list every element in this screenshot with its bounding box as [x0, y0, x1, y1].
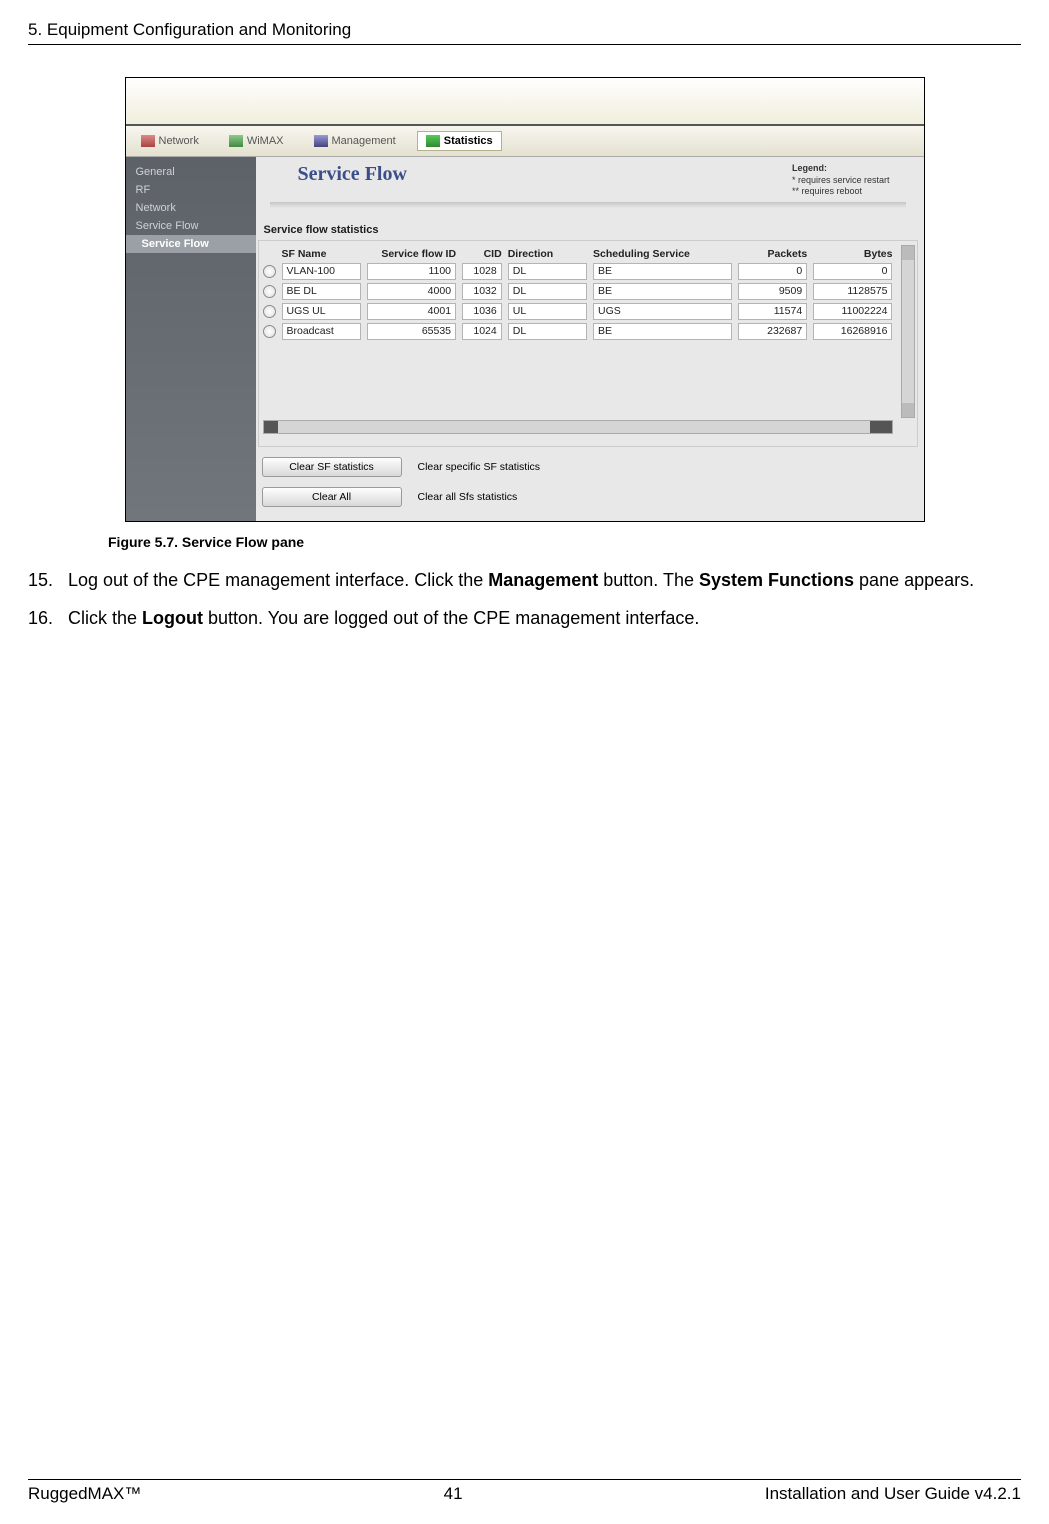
sidebar-item-network[interactable]: Network — [126, 199, 256, 217]
cell-pkt: 11574 — [738, 303, 807, 320]
sidebar-item-service-flow-active[interactable]: Service Flow — [126, 235, 256, 253]
table-container: SF Name Service flow ID CID Direction Sc… — [258, 240, 918, 447]
section-title: Service flow statistics — [258, 208, 918, 240]
footer-right: Installation and User Guide v4.2.1 — [765, 1484, 1021, 1504]
cell-sched: BE — [593, 323, 732, 340]
network-icon — [141, 135, 155, 147]
footer-left: RuggedMAX™ — [28, 1484, 141, 1504]
panel-title: Service Flow — [298, 163, 407, 186]
nav-wimax[interactable]: WiMAX — [220, 131, 293, 151]
col-direction: Direction — [508, 248, 587, 260]
table-row: BE DL 4000 1032 DL BE 9509 1128575 — [263, 283, 893, 300]
cell-dir: DL — [508, 263, 587, 280]
step-text: button. The — [598, 570, 699, 590]
cell-sfid: 65535 — [367, 323, 456, 340]
screenshot-container: Network WiMAX Management Statistics Gene… — [125, 77, 925, 522]
cell-sfid: 1100 — [367, 263, 456, 280]
sidebar-item-rf[interactable]: RF — [126, 181, 256, 199]
table-header-row: SF Name Service flow ID CID Direction Sc… — [263, 248, 893, 260]
footer-center: 41 — [444, 1484, 463, 1504]
management-icon — [314, 135, 328, 147]
table-row: VLAN-100 1100 1028 DL BE 0 0 — [263, 263, 893, 280]
nav-label: WiMAX — [247, 135, 284, 147]
cell-sched: BE — [593, 283, 732, 300]
page-footer: RuggedMAX™ 41 Installation and User Guid… — [28, 1479, 1021, 1504]
step-text: button. You are logged out of the CPE ma… — [203, 608, 699, 628]
cell-dir: DL — [508, 323, 587, 340]
nav-label: Statistics — [444, 135, 493, 147]
figure-caption: Figure 5.7. Service Flow pane — [108, 534, 1021, 550]
step-bold: System Functions — [699, 570, 854, 590]
cell-sched: UGS — [593, 303, 732, 320]
content-pane: Service Flow Legend: * requires service … — [256, 157, 924, 521]
cell-name: BE DL — [282, 283, 361, 300]
cell-sched: BE — [593, 263, 732, 280]
cell-pkt: 0 — [738, 263, 807, 280]
nav-network[interactable]: Network — [132, 131, 208, 151]
step-16: 16. Click the Logout button. You are log… — [28, 606, 1021, 630]
cell-sfid: 4000 — [367, 283, 456, 300]
cell-dir: UL — [508, 303, 587, 320]
table-row: UGS UL 4001 1036 UL UGS 11574 11002224 — [263, 303, 893, 320]
step-number: 16. — [28, 606, 68, 630]
row-radio[interactable] — [263, 325, 276, 338]
sidebar-item-general[interactable]: General — [126, 163, 256, 181]
step-text: pane appears. — [854, 570, 974, 590]
vertical-scrollbar[interactable] — [901, 245, 915, 418]
legend-line1: * requires service restart — [792, 175, 890, 187]
step-text: Log out of the CPE management interface.… — [68, 570, 488, 590]
cell-name: Broadcast — [282, 323, 361, 340]
cell-sfid: 4001 — [367, 303, 456, 320]
nav-management[interactable]: Management — [305, 131, 405, 151]
row-radio[interactable] — [263, 285, 276, 298]
legend: Legend: * requires service restart ** re… — [792, 163, 890, 198]
cell-dir: DL — [508, 283, 587, 300]
statistics-icon — [426, 135, 440, 147]
app-logo-area — [126, 78, 924, 124]
row-radio[interactable] — [263, 265, 276, 278]
sidebar: General RF Network Service Flow Service … — [126, 157, 256, 521]
step-15: 15. Log out of the CPE management interf… — [28, 568, 1021, 592]
step-text: Click the — [68, 608, 142, 628]
col-sf-name: SF Name — [282, 248, 361, 260]
legend-title: Legend: — [792, 163, 890, 175]
cell-cid: 1036 — [462, 303, 502, 320]
nav-label: Management — [332, 135, 396, 147]
doc-chapter-header: 5. Equipment Configuration and Monitorin… — [28, 20, 1021, 45]
cell-name: UGS UL — [282, 303, 361, 320]
button-desc: Clear all Sfs statistics — [418, 491, 518, 503]
cell-name: VLAN-100 — [282, 263, 361, 280]
clear-all-button[interactable]: Clear All — [262, 487, 402, 507]
col-bytes: Bytes — [813, 248, 892, 260]
col-scheduling: Scheduling Service — [593, 248, 732, 260]
wimax-icon — [229, 135, 243, 147]
clear-sf-statistics-button[interactable]: Clear SF statistics — [262, 457, 402, 477]
step-number: 15. — [28, 568, 68, 592]
row-radio[interactable] — [263, 305, 276, 318]
nav-label: Network — [159, 135, 199, 147]
step-bold: Logout — [142, 608, 203, 628]
document-body: 15. Log out of the CPE management interf… — [28, 568, 1021, 631]
cell-cid: 1032 — [462, 283, 502, 300]
button-desc: Clear specific SF statistics — [418, 461, 541, 473]
nav-statistics[interactable]: Statistics — [417, 131, 502, 151]
cell-byt: 1128575 — [813, 283, 892, 300]
col-sf-id: Service flow ID — [367, 248, 456, 260]
cell-pkt: 232687 — [738, 323, 807, 340]
col-cid: CID — [462, 248, 502, 260]
legend-line2: ** requires reboot — [792, 186, 890, 198]
horizontal-scrollbar[interactable] — [263, 420, 893, 434]
cell-cid: 1028 — [462, 263, 502, 280]
cell-byt: 11002224 — [813, 303, 892, 320]
cell-pkt: 9509 — [738, 283, 807, 300]
col-packets: Packets — [738, 248, 807, 260]
step-bold: Management — [488, 570, 598, 590]
table-row: Broadcast 65535 1024 DL BE 232687 162689… — [263, 323, 893, 340]
cell-byt: 16268916 — [813, 323, 892, 340]
sidebar-item-service-flow[interactable]: Service Flow — [126, 217, 256, 235]
cell-byt: 0 — [813, 263, 892, 280]
top-nav: Network WiMAX Management Statistics — [126, 126, 924, 157]
cell-cid: 1024 — [462, 323, 502, 340]
